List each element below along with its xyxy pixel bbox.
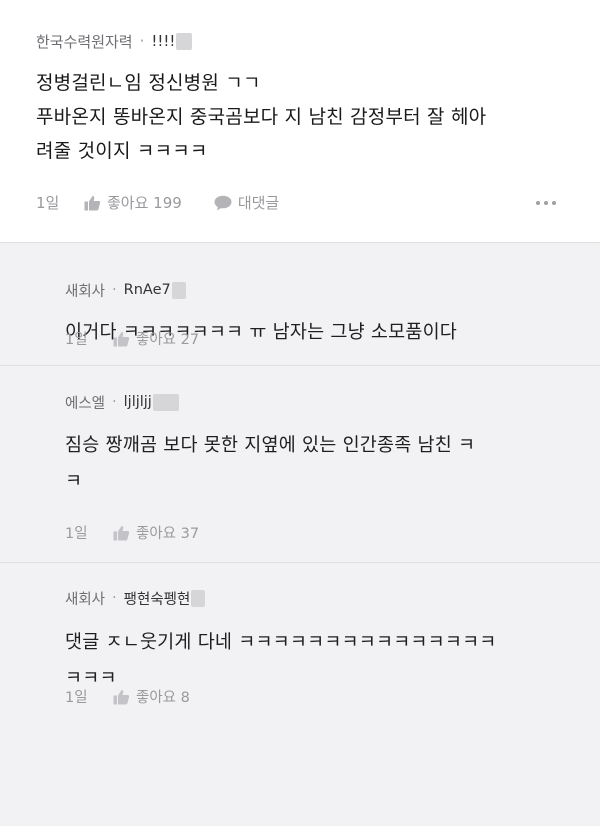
speech-bubble-icon bbox=[214, 195, 232, 210]
thumbs-up-icon bbox=[113, 331, 130, 346]
reply-author-meta: 새회사 · 팽현숙펭현 bbox=[65, 585, 600, 611]
comment-actions: 1일 좋아요 199 대댓글 bbox=[36, 192, 556, 213]
like-count: 좋아요 37 bbox=[136, 526, 200, 542]
reply-label: 대댓글 bbox=[237, 194, 280, 212]
thumbs-up-icon bbox=[113, 525, 130, 540]
like-count: 좋아요 8 bbox=[136, 690, 190, 706]
reply-author-meta: 에스엘 · ljljljj bbox=[65, 389, 600, 415]
reply-item: 새회사 · RnAe7 이거다 ㅋㅋㅋㅋㅋㅋㅋ ㅠ 남자는 그냥 소모품이다 1… bbox=[0, 242, 600, 365]
meta-separator: · bbox=[112, 590, 117, 606]
comment-author-meta: 한국수력원자력 · !!!! bbox=[36, 28, 566, 54]
like-button[interactable]: 좋아요 37 bbox=[113, 522, 199, 543]
thumbs-up-icon bbox=[113, 689, 130, 704]
like-button[interactable]: 좋아요 27 bbox=[113, 328, 199, 349]
like-count: 좋아요 27 bbox=[136, 332, 200, 348]
reply-time: 1일 bbox=[65, 332, 88, 348]
reply-author-nickname[interactable]: RnAe7 bbox=[124, 282, 171, 298]
comment-time: 1일 bbox=[36, 194, 60, 212]
reply-actions: 1일 좋아요 27 bbox=[65, 328, 556, 349]
reply-item: 새회사 · 팽현숙펭현 댓글 ㅈㄴ웃기게 다네 ㅋㅋㅋㅋㅋㅋㅋㅋㅋㅋㅋㅋㅋㅋㅋ … bbox=[0, 562, 600, 826]
reply-author-nickname[interactable]: 팽현숙펭현 bbox=[124, 588, 191, 609]
author-company: 한국수력원자력 bbox=[36, 32, 133, 51]
reply-time: 1일 bbox=[65, 526, 88, 542]
reply-item: 에스엘 · ljljljj 짐승 짱깨곰 보다 못한 지옆에 있는 인간종족 남… bbox=[0, 365, 600, 562]
like-count: 좋아요 199 bbox=[107, 194, 182, 212]
reply-time: 1일 bbox=[65, 690, 88, 706]
nickname-redaction bbox=[191, 589, 206, 607]
reply-button[interactable]: 대댓글 bbox=[214, 192, 279, 213]
nickname-redaction bbox=[152, 393, 179, 411]
reply-author-company: 새회사 bbox=[65, 591, 106, 608]
like-button[interactable]: 좋아요 8 bbox=[113, 686, 190, 707]
comment-text: 정병걸린ㄴ임 정신병원 ㄱㄱ 푸바온지 똥바온지 중국곰보다 지 남친 감정부터… bbox=[36, 72, 487, 162]
reply-author-company: 새회사 bbox=[65, 283, 106, 300]
nickname-redaction bbox=[176, 32, 193, 50]
like-button[interactable]: 좋아요 199 bbox=[84, 192, 182, 213]
main-comment: 한국수력원자력 · !!!! 정병걸린ㄴ임 정신병원 ㄱㄱ 푸바온지 똥바온지 … bbox=[0, 0, 600, 242]
meta-separator: · bbox=[112, 394, 117, 410]
more-dots-icon[interactable] bbox=[536, 200, 556, 205]
reply-actions: 1일 좋아요 37 bbox=[65, 522, 556, 543]
reply-actions: 1일 좋아요 8 bbox=[65, 686, 556, 707]
thumbs-up-icon bbox=[84, 195, 101, 210]
meta-separator: · bbox=[112, 282, 117, 298]
nickname-redaction bbox=[171, 281, 186, 299]
author-nickname[interactable]: !!!! bbox=[151, 32, 175, 50]
reply-author-nickname[interactable]: ljljljj bbox=[124, 394, 152, 410]
reply-author-company: 에스엘 bbox=[65, 395, 106, 412]
meta-separator: · bbox=[139, 32, 145, 50]
reply-text: 짐승 짱깨곰 보다 못한 지옆에 있는 인간종족 남친 ㅋ ㅋ bbox=[65, 435, 476, 492]
reply-author-meta: 새회사 · RnAe7 bbox=[65, 277, 600, 303]
